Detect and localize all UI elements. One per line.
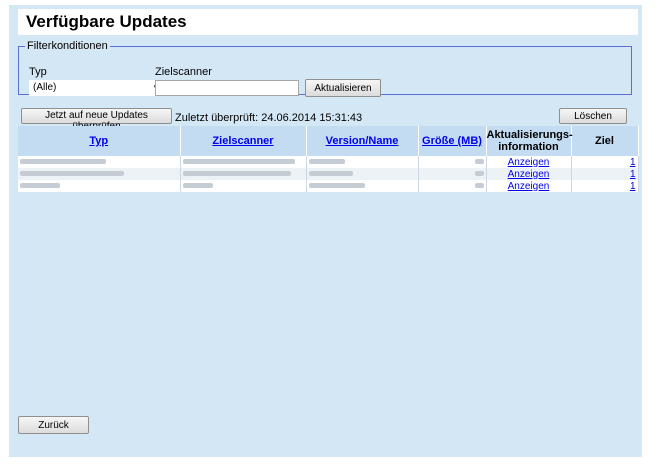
cell-typ-blurred xyxy=(18,156,181,168)
typ-label: Typ xyxy=(29,66,47,78)
loeschen-button[interactable]: Löschen xyxy=(559,108,627,124)
anzeigen-link[interactable]: Anzeigen xyxy=(508,157,550,168)
zurueck-button[interactable]: Zurück xyxy=(18,416,89,434)
col-version[interactable]: Version/Name xyxy=(306,126,419,156)
typ-select-value: (Alle) xyxy=(33,82,57,93)
col-groesse[interactable]: Größe (MB) xyxy=(418,126,487,156)
aktualisieren-button[interactable]: Aktualisieren xyxy=(305,79,381,97)
cell-version-blurred xyxy=(306,156,419,168)
typ-select[interactable]: (Alle) ▼ xyxy=(29,80,165,96)
col-ziel: Ziel xyxy=(571,126,639,156)
cell-groesse-blurred xyxy=(418,168,487,180)
zielscanner-input[interactable] xyxy=(155,80,299,96)
col-typ[interactable]: Typ xyxy=(18,126,181,156)
cell-groesse-blurred xyxy=(418,156,487,168)
anzeigen-link[interactable]: Anzeigen xyxy=(508,169,550,180)
ziel-link[interactable]: 1 xyxy=(630,157,636,168)
cell-typ-blurred xyxy=(18,180,181,192)
cell-typ-blurred xyxy=(18,168,181,180)
table-header-row: Typ Zielscanner Version/Name Größe (MB) … xyxy=(18,126,639,156)
cell-zielscanner-blurred xyxy=(180,168,307,180)
cell-ziel: 1 xyxy=(571,168,639,180)
cell-zielscanner-blurred xyxy=(180,156,307,168)
col-info: Aktualisierungs-information xyxy=(486,126,573,156)
col-info-line2: information xyxy=(498,141,559,153)
zielscanner-label: Zielscanner xyxy=(155,66,212,78)
filter-group: Filterkonditionen Typ Zielscanner (Alle)… xyxy=(18,40,632,97)
cell-ziel: 1 xyxy=(571,180,639,192)
col-groesse-link[interactable]: Größe (MB) xyxy=(422,135,482,147)
cell-ziel: 1 xyxy=(571,156,639,168)
cell-version-blurred xyxy=(306,168,419,180)
filter-legend: Filterkonditionen xyxy=(27,40,108,52)
ziel-link[interactable]: 1 xyxy=(630,169,636,180)
page-title: Verfügbare Updates xyxy=(26,12,187,31)
table-row: Anzeigen 1 xyxy=(18,156,639,168)
page-header: Verfügbare Updates xyxy=(18,9,638,35)
cell-version-blurred xyxy=(306,180,419,192)
cell-info: Anzeigen xyxy=(486,168,572,180)
ziel-link[interactable]: 1 xyxy=(630,181,636,192)
cell-info: Anzeigen xyxy=(486,156,572,168)
table-row: Anzeigen 1 xyxy=(18,168,639,180)
cell-groesse-blurred xyxy=(418,180,487,192)
col-zielscanner[interactable]: Zielscanner xyxy=(180,126,307,156)
col-typ-link[interactable]: Typ xyxy=(89,135,108,147)
cell-info: Anzeigen xyxy=(486,180,572,192)
cell-zielscanner-blurred xyxy=(180,180,307,192)
col-info-line1: Aktualisierungs- xyxy=(486,129,573,141)
updates-table: Typ Zielscanner Version/Name Größe (MB) … xyxy=(18,126,639,192)
check-updates-button[interactable]: Jetzt auf neue Updates überprüfen xyxy=(21,108,172,132)
last-checked-text: Zuletzt überprüft: 24.06.2014 15:31:43 xyxy=(175,112,363,124)
anzeigen-link[interactable]: Anzeigen xyxy=(508,181,550,192)
table-row: Anzeigen 1 xyxy=(18,180,639,192)
col-zielscanner-link[interactable]: Zielscanner xyxy=(212,135,273,147)
col-version-link[interactable]: Version/Name xyxy=(326,135,399,147)
